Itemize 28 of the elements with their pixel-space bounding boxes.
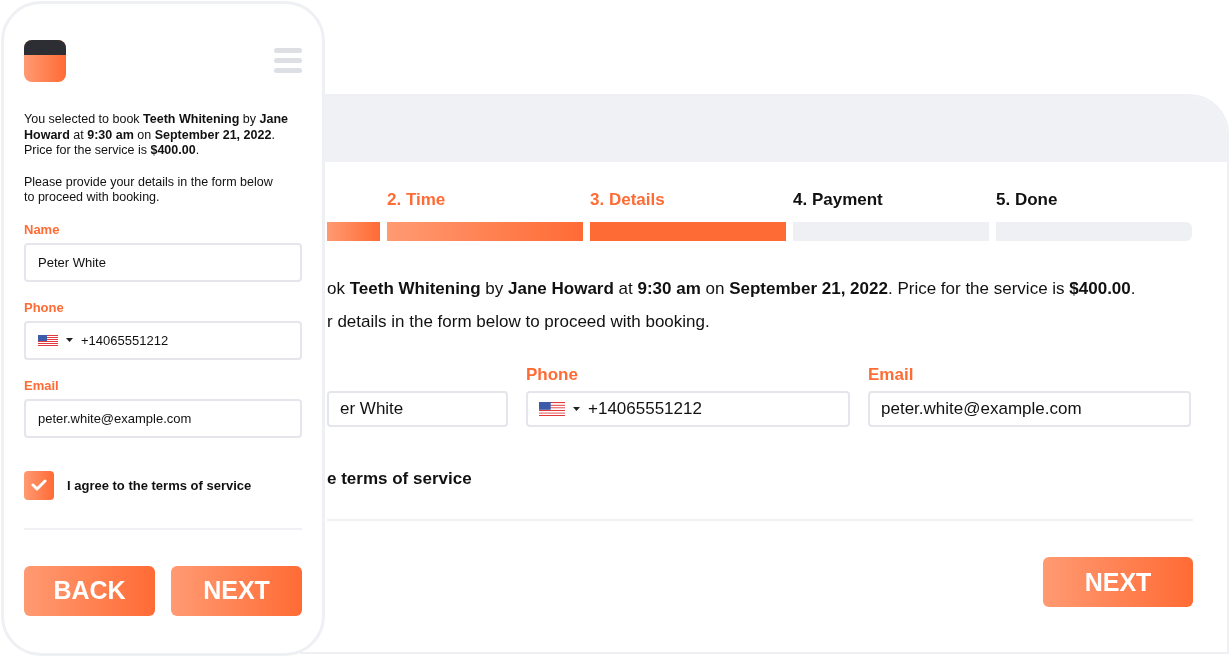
instruction-text: Please provide your details in the form below to proceed with booking.	[24, 174, 274, 206]
booking-summary: You selected to book Teeth Whitening by Jane Howard at 9:30 am on September 21, 2022. Price for the service is $400.00.	[24, 112, 290, 159]
field-label: Phone	[526, 365, 579, 386]
terms-label: e terms of service	[327, 469, 473, 489]
step-label: 4. Payment	[793, 190, 884, 210]
input-field[interactable]: Peter White	[24, 242, 302, 282]
check-icon	[31, 479, 47, 491]
caret-icon	[573, 407, 580, 411]
step-label: 5. Done	[996, 190, 1059, 210]
input-field[interactable]: peter.white@example.com	[868, 391, 1191, 427]
input-field[interactable]: er White	[327, 391, 508, 427]
terms-label: I agree to the terms of service	[67, 477, 252, 493]
field-label: Email	[868, 365, 915, 386]
input-field[interactable]: peter.white@example.com	[24, 398, 302, 438]
field-label: Phone	[24, 299, 65, 317]
booking-summary: ok Teeth Whitening by Jane Howard at 9:30 am on September 21, 2022. Price for the service is $400.00.	[327, 279, 1137, 299]
phone-field[interactable]: +14065551212	[526, 391, 850, 427]
field-label: Name	[24, 221, 61, 239]
instruction-text: r details in the form below to proceed with booking.	[327, 312, 711, 332]
checkbox[interactable]	[24, 470, 54, 500]
step-label: 2. Time	[387, 190, 447, 210]
caret-icon	[66, 338, 73, 342]
flag-icon	[38, 334, 58, 346]
phone-field[interactable]: +14065551212	[24, 320, 302, 360]
app-logo-icon	[24, 40, 66, 82]
flag-icon	[539, 401, 565, 417]
field-label: Email	[24, 377, 60, 395]
step-label: 3. Details	[590, 190, 666, 210]
